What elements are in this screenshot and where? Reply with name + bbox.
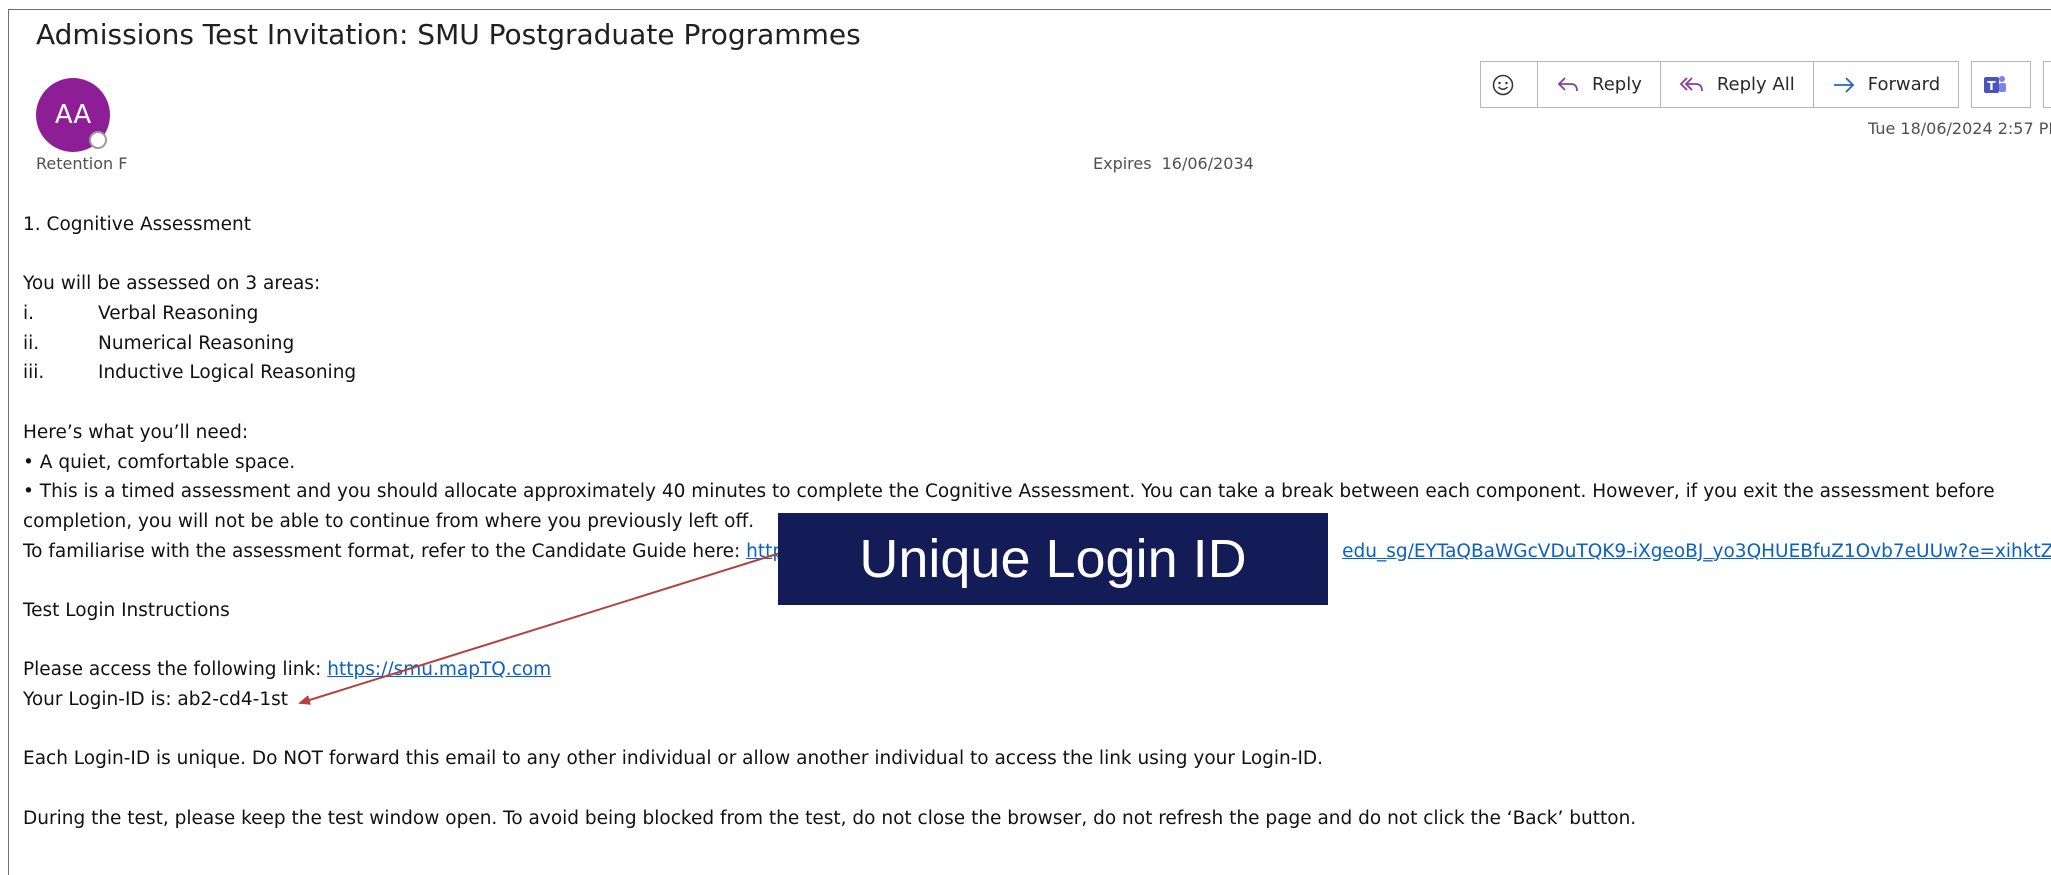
list-item-number: i.: [23, 303, 35, 325]
expires-label: Expires: [1093, 154, 1152, 173]
emoji-reaction-button[interactable]: [1481, 62, 1538, 107]
candidate-guide-link-tail[interactable]: edu_sg/EYTaQBaWGcVDuTQK9-iXgeoBJ_yo3QHUE…: [1342, 541, 2051, 562]
toolbar-gap-2: [2031, 61, 2043, 108]
share-to-teams-button[interactable]: T: [1972, 62, 2030, 107]
teams-button-group: T: [1971, 61, 2032, 108]
email-subject: Admissions Test Invitation: SMU Postgrad…: [36, 18, 861, 51]
login-id-line: Your Login-ID is: ab2-cd4-1st: [23, 689, 288, 710]
smiley-icon: [1492, 74, 1514, 96]
reply-all-button[interactable]: Reply All: [1661, 62, 1814, 107]
annotation-label: Unique Login ID: [859, 529, 1247, 589]
teams-icon: T: [1983, 73, 2007, 97]
bullet-item: • This is a timed assessment and you sho…: [23, 481, 1995, 503]
bullet-item: • A quiet, comfortable space.: [23, 451, 296, 473]
forward-label: Forward: [1867, 74, 1941, 95]
list-item: iii. Inductive Logical Reasoning: [23, 358, 2051, 388]
guide-text: To familiarise with the assessment forma…: [23, 540, 747, 562]
forward-button[interactable]: Forward: [1814, 62, 1958, 107]
reply-all-icon: [1679, 75, 1705, 95]
avatar-initials: AA: [54, 100, 92, 130]
reply-all-label: Reply All: [1716, 74, 1795, 95]
during-test-note: During the test, please keep the test wi…: [23, 807, 1637, 829]
message-toolbar: Reply Reply All Forward T ···: [1480, 61, 2051, 108]
svg-text:T: T: [1988, 79, 1997, 93]
areas-intro: You will be assessed on 3 areas:: [23, 273, 321, 295]
reply-button[interactable]: Reply: [1538, 62, 1661, 107]
list-item-text: Inductive Logical Reasoning: [98, 362, 357, 384]
unique-note: Each Login-ID is unique. Do NOT forward …: [23, 748, 1324, 770]
list-item: ii. Numerical Reasoning: [23, 329, 2051, 359]
expiry-info: Expires 16/06/2034: [1093, 154, 1254, 173]
expires-date: 16/06/2034: [1161, 154, 1254, 173]
annotation-callout: Unique Login ID: [778, 513, 1328, 605]
more-button-group: ···: [2043, 61, 2051, 108]
list-item-text: Verbal Reasoning: [98, 303, 259, 325]
section-title: 1. Cognitive Assessment: [23, 214, 251, 235]
access-text: Please access the following link:: [23, 659, 328, 681]
list-item-number: iii.: [23, 362, 45, 384]
forward-icon: [1832, 75, 1856, 95]
access-line: Please access the following link: https:…: [23, 655, 2051, 685]
toolbar-gap: [1959, 61, 1971, 108]
retention-policy-label: Retention F: [36, 154, 128, 173]
more-actions-button[interactable]: ···: [2044, 62, 2051, 107]
needs-intro: Here’s what you’ll need:: [23, 421, 249, 443]
action-button-group: Reply Reply All Forward: [1480, 61, 1960, 108]
presence-status-icon: [89, 131, 107, 149]
list-item-number: ii.: [23, 332, 40, 354]
reply-icon: [1556, 75, 1580, 95]
list-item-text: Numerical Reasoning: [98, 332, 295, 354]
reply-label: Reply: [1592, 74, 1642, 95]
received-datetime: Tue 18/06/2024 2:57 PM: [1868, 119, 2051, 138]
test-access-link[interactable]: https://smu.mapTQ.com: [327, 659, 551, 680]
list-item: i. Verbal Reasoning: [23, 299, 2051, 329]
